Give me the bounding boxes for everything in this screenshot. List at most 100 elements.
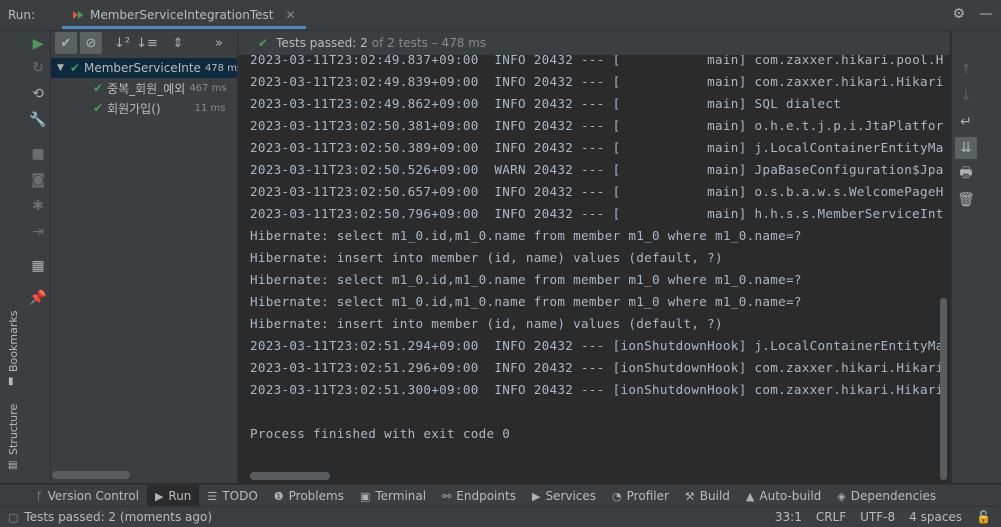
tree-item-duration: 11 ms <box>194 102 226 114</box>
console-line: 2023-03-11T23:02:50.381+09:00 INFO 20432… <box>250 118 944 133</box>
lock-icon[interactable]: 🔓 <box>976 510 991 524</box>
console-line: 2023-03-11T23:02:50.796+09:00 INFO 20432… <box>250 206 944 221</box>
status-widgets: 33:1 CRLF UTF-8 4 spaces 🔓 <box>775 507 991 527</box>
close-tab-icon[interactable]: ✕ <box>285 8 295 22</box>
tool-window-dependencies[interactable]: ◈ Dependencies <box>829 485 944 507</box>
gear-icon[interactable]: ⚙ <box>952 6 965 22</box>
console-line: 2023-03-11T23:02:51.300+09:00 INFO 20432… <box>250 382 944 397</box>
layout-icon[interactable]: ▦ <box>25 255 51 277</box>
tests-total-text: of 2 tests – 478 ms <box>371 36 487 50</box>
console-line: Process finished with exit code 0 <box>250 426 511 441</box>
passed-check-icon: ✔ <box>93 81 104 95</box>
console-line: 2023-03-11T23:02:50.389+09:00 INFO 20432… <box>250 140 944 155</box>
tool-window-terminal[interactable]: ▣ Terminal <box>352 485 434 507</box>
tree-item-row[interactable]: ✔ 회원가입() 11 ms <box>93 98 237 118</box>
panel-toggle-icon[interactable]: ▢ <box>8 511 18 524</box>
console-right-toolbar: ↑ ↓ ↵ ⇊ 🖶 🗑 <box>951 31 1001 483</box>
pin-icon[interactable]: 📌 <box>25 287 51 309</box>
tool-window-build[interactable]: ⚒ Build <box>677 485 738 507</box>
toggle-auto-test-icon[interactable]: ⟲ <box>25 83 51 105</box>
arrow-down-icon[interactable]: ↓ <box>955 85 977 107</box>
tree-scrollbar[interactable] <box>52 471 130 479</box>
stop-icon[interactable]: ■ <box>25 143 51 165</box>
structure-label[interactable]: Structure <box>7 404 20 455</box>
minimize-icon[interactable]: — <box>979 6 993 22</box>
console-line: 2023-03-11T23:02:50.526+09:00 WARN 20432… <box>250 162 944 177</box>
layers-icon: ◈ <box>837 489 846 503</box>
run-header-actions: ⚙ — <box>952 6 993 22</box>
passed-check-icon: ✔ <box>258 36 269 50</box>
tree-root-row[interactable]: ▼ ✔ MemberServiceInte 478 ms <box>51 58 242 78</box>
console-line: Hibernate: select m1_0.id,m1_0.name from… <box>250 272 802 287</box>
show-ignored-icon[interactable]: ⊘ <box>80 32 102 54</box>
console-line: Hibernate: insert into member (id, name)… <box>250 250 723 265</box>
console-line: Hibernate: select m1_0.id,m1_0.name from… <box>250 294 802 309</box>
test-status-bar: ✔ Tests passed: 2 of 2 tests – 478 ms <box>238 31 950 55</box>
file-encoding[interactable]: UTF-8 <box>860 510 895 524</box>
more-chevron-icon[interactable]: » <box>208 32 230 54</box>
tree-root-duration: 478 ms <box>204 62 243 74</box>
bookmark-icon: ▮ <box>8 376 14 387</box>
tree-item-label: 중복_회원_예외 <box>107 81 186 96</box>
test-tree-toolbar: ✔ ⊘ ↓² ↓≡ ⇕ » <box>51 31 237 55</box>
tool-window-run[interactable]: ▶ Run <box>146 485 200 507</box>
hammer-icon: ⚒ <box>684 489 695 503</box>
rerun-failed-icon[interactable]: ↻ <box>25 57 51 79</box>
exit-icon[interactable]: ⇥ <box>25 221 51 243</box>
run-label: Run: <box>8 8 36 22</box>
passed-check-icon: ✔ <box>69 61 80 75</box>
tool-window-version-control[interactable]: ᚴ Version Control <box>28 485 147 507</box>
status-message[interactable]: ▢ Tests passed: 2 (moments ago) <box>8 510 212 524</box>
tool-window-endpoints[interactable]: ⚯ Endpoints <box>434 485 524 507</box>
test-status: ✔ Tests passed: 2 of 2 tests – 478 ms <box>258 36 486 50</box>
console-line: 2023-03-11T23:02:51.296+09:00 INFO 20432… <box>250 360 944 375</box>
console-line: 2023-03-11T23:02:49.862+09:00 INFO 20432… <box>250 96 842 111</box>
tree-item-label: 회원가입() <box>107 101 161 116</box>
status-bar: ▢ Tests passed: 2 (moments ago) 33:1 CRL… <box>0 506 1001 527</box>
run-tab-title: MemberServiceIntegrationTest <box>90 7 274 22</box>
tool-window-bar: ᚴ Version Control ▶ Run ☰ TODO ❶ Problems ▣ T… <box>0 484 1001 507</box>
console-line: 2023-03-11T23:02:51.294+09:00 INFO 20432… <box>250 338 944 353</box>
structure-icon: ▤ <box>8 460 18 471</box>
info-icon: ❶ <box>273 489 284 503</box>
camera-icon[interactable]: ◙ <box>25 169 51 191</box>
bookmarks-label[interactable]: Bookmarks <box>7 311 20 372</box>
tool-window-problems[interactable]: ❶ Problems <box>266 485 352 507</box>
chevron-down-icon[interactable]: ▼ <box>57 63 64 73</box>
sort-duration-icon[interactable]: ↓≡ <box>136 32 158 54</box>
sort-alpha-icon[interactable]: ↓² <box>111 32 133 54</box>
tool-window-profiler[interactable]: ◔ Profiler <box>604 485 677 507</box>
play-icon: ▶ <box>154 489 164 503</box>
terminal-icon: ▣ <box>359 489 371 503</box>
print-icon[interactable]: 🖶 <box>955 163 977 185</box>
show-passed-icon[interactable]: ✔ <box>55 32 77 54</box>
list-icon: ☰ <box>207 489 218 503</box>
scroll-to-end-icon[interactable]: ⇊ <box>955 137 977 159</box>
arrow-up-icon[interactable]: ↑ <box>955 59 977 81</box>
branch-icon: ᚴ <box>36 489 43 503</box>
wrench-icon[interactable]: 🔧 <box>25 109 51 131</box>
console-line: Hibernate: insert into member (id, name)… <box>250 316 723 331</box>
rerun-icon[interactable]: ▶ <box>25 33 51 55</box>
expand-all-icon[interactable]: ⇕ <box>167 32 189 54</box>
tool-window-auto-build[interactable]: ▲ Auto-build <box>738 485 829 507</box>
tree-item-row[interactable]: ✔ 중복_회원_예외 467 ms <box>93 78 237 98</box>
run-tab[interactable]: MemberServiceIntegrationTest ✕ <box>62 3 306 29</box>
trash-icon[interactable]: 🗑 <box>955 189 977 211</box>
console-vertical-scrollbar[interactable] <box>940 298 947 480</box>
indent-setting[interactable]: 4 spaces <box>909 510 962 524</box>
caret-position[interactable]: 33:1 <box>775 510 802 524</box>
endpoints-icon: ⚯ <box>442 489 452 503</box>
debug-icon[interactable]: ✱ <box>25 195 51 217</box>
console-line: 2023-03-11T23:02:50.657+09:00 INFO 20432… <box>250 184 944 199</box>
console-output[interactable]: 2023-03-11T23:02:49.837+09:00 INFO 20432… <box>238 55 950 483</box>
console-line: 2023-03-11T23:02:49.837+09:00 INFO 20432… <box>250 55 944 67</box>
passed-check-icon: ✔ <box>93 101 104 115</box>
console-horizontal-scrollbar[interactable] <box>250 472 330 480</box>
tool-window-todo[interactable]: ☰ TODO <box>199 485 265 507</box>
tool-window-services[interactable]: ▶ Services <box>524 485 604 507</box>
line-separator[interactable]: CRLF <box>816 510 846 524</box>
warning-icon: ▲ <box>745 489 755 503</box>
soft-wrap-icon[interactable]: ↵ <box>955 111 977 133</box>
console-line: Hibernate: select m1_0.id,m1_0.name from… <box>250 228 802 243</box>
